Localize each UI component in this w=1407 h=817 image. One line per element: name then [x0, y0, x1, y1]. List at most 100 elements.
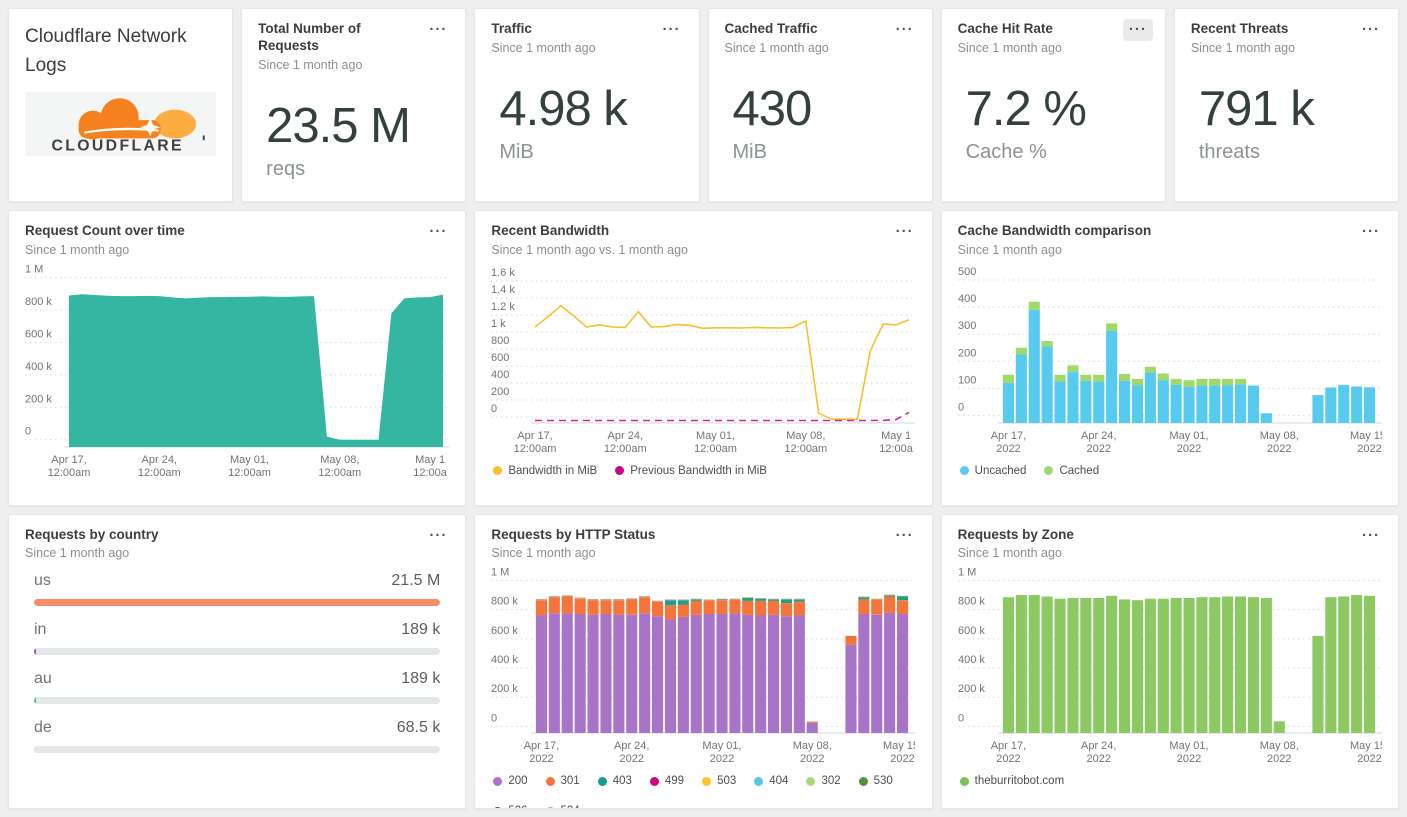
svg-text:0: 0 [958, 401, 964, 413]
panel-menu-button[interactable]: ··· [890, 19, 920, 41]
svg-text:2022: 2022 [1357, 753, 1381, 765]
panel-subtitle: Since 1 month ago [957, 546, 1062, 561]
svg-text:400: 400 [958, 293, 976, 305]
panel-cache-hit-rate: Cache Hit Rate Since 1 month ago ··· 7.2… [940, 8, 1166, 202]
svg-text:400 k: 400 k [25, 361, 52, 373]
legend-color-dot [702, 776, 712, 786]
panel-menu-button[interactable]: ··· [1356, 221, 1386, 243]
request-count-area-chart[interactable]: 1 M 800 k 600 k 400 k 200 k 0 Apr 17, 12:00am Ap… [25, 263, 449, 487]
legend-color-dot [545, 806, 555, 809]
svg-text:Apr 17,: Apr 17, [524, 740, 559, 752]
legend-label: Previous Bandwidth in MiB [630, 464, 767, 477]
legend-item[interactable]: 301 [545, 775, 580, 787]
legend-color-dot [1044, 466, 1054, 476]
panel-subtitle: Since 1 month ago [957, 40, 1062, 55]
stat-value: 4.98 k [499, 81, 627, 136]
svg-text:Apr 24,: Apr 24, [142, 454, 177, 466]
country-bar-track [34, 697, 441, 705]
legend-item[interactable]: Previous Bandwidth in MiB [615, 465, 767, 477]
svg-text:12:00am: 12:00am [604, 443, 647, 455]
panel-subtitle: Since 1 month ago [25, 242, 130, 257]
legend-item[interactable]: 404 [754, 775, 788, 787]
svg-text:1.6 k: 1.6 k [491, 267, 515, 279]
stat-unit: MiB [499, 140, 534, 163]
svg-text:200: 200 [958, 347, 976, 359]
country-value: 68.5 k [396, 719, 441, 737]
panel-subtitle: Since 1 month ago [1190, 40, 1296, 55]
legend-label: 524 [561, 805, 580, 808]
legend-item[interactable]: 499 [649, 775, 684, 787]
country-bar-track [34, 746, 441, 754]
panel-menu-button[interactable]: ··· [423, 19, 453, 41]
country-bar-track [34, 648, 441, 656]
svg-text:800: 800 [491, 335, 509, 347]
panel-menu-button[interactable]: ··· [1356, 19, 1386, 41]
svg-text:2022: 2022 [891, 753, 915, 765]
panel-menu-button[interactable]: ··· [1356, 525, 1386, 547]
svg-text:Apr 17,: Apr 17, [990, 430, 1025, 442]
panel-requests-by-country: Requests by country Since 1 month ago ··… [8, 513, 467, 809]
country-row: us 21.5 M [34, 572, 441, 607]
svg-text:May 15,: May 15, [883, 740, 915, 752]
http-status-bar-chart[interactable]: 1 M 800 k 600 k 400 k 200 k 0 Apr 17, 2022 Apr 2… [491, 566, 916, 773]
panel-subtitle: Since 1 month ago [258, 57, 363, 72]
legend-item[interactable]: 503 [702, 775, 736, 787]
legend-item[interactable]: 200 [493, 775, 528, 787]
svg-text:12:00am: 12:00am [694, 443, 737, 455]
legend-item[interactable]: 403 [597, 775, 632, 787]
panel-menu-button[interactable]: ··· [890, 525, 920, 547]
country-bar-fill [34, 648, 37, 656]
panel-menu-button[interactable]: ··· [890, 221, 920, 243]
stat-unit: reqs [266, 157, 306, 180]
country-bar-fill [34, 697, 37, 705]
panel-menu-button[interactable]: ··· [423, 525, 453, 547]
svg-text:May 01,: May 01, [1169, 740, 1208, 752]
cache-bandwidth-bar-chart[interactable]: 500 400 300 200 100 0 Apr 17, 2022 Apr 24, 2022 Ma… [957, 263, 1382, 463]
svg-text:2022: 2022 [996, 753, 1020, 765]
legend-label: Bandwidth in MiB [508, 464, 598, 477]
svg-text:100: 100 [958, 374, 976, 386]
svg-text:Apr 24,: Apr 24, [1081, 740, 1116, 752]
panel-menu-button[interactable]: ··· [1122, 19, 1153, 41]
svg-text:1 M: 1 M [25, 263, 43, 275]
svg-text:12:00am: 12:00am [48, 467, 91, 479]
svg-text:2022: 2022 [1086, 753, 1110, 765]
svg-text:400 k: 400 k [958, 654, 985, 666]
svg-text:May 08,: May 08, [1259, 430, 1298, 442]
svg-text:May 15,: May 15, [1350, 740, 1382, 752]
panel-menu-button[interactable]: ··· [423, 221, 453, 243]
panel-subtitle: Since 1 month ago [724, 40, 829, 55]
legend-item[interactable]: 530 [858, 775, 893, 787]
panel-title: Recent Threats [1190, 21, 1289, 36]
panel-title: Cache Hit Rate [957, 21, 1053, 36]
panel-menu-button[interactable]: ··· [657, 19, 687, 41]
svg-text:Apr 24,: Apr 24, [1081, 430, 1116, 442]
legend-item[interactable]: Cached [1044, 465, 1099, 477]
panel-title: Total Number of Requests [258, 21, 361, 53]
panel-subtitle: Since 1 month ago [491, 546, 596, 561]
legend-color-dot [754, 776, 764, 786]
legend-item[interactable]: Bandwidth in MiB [493, 465, 597, 477]
svg-text:12:00a: 12:00a [413, 467, 448, 479]
legend-item[interactable]: theburritobot.com [959, 775, 1064, 787]
svg-text:600 k: 600 k [25, 328, 52, 340]
svg-text:2022: 2022 [1267, 753, 1291, 765]
legend-item[interactable]: Uncached [959, 465, 1026, 477]
bandwidth-line-chart[interactable]: 1.6 k 1.4 k 1.2 k1 k 800 600 400 200 0 Apr 17, 12… [491, 263, 916, 463]
legend-color-dot [597, 776, 607, 786]
legend-item[interactable]: 524 [545, 805, 580, 809]
svg-text:800 k: 800 k [958, 596, 985, 608]
legend-label: Cached [1059, 464, 1100, 477]
panel-recent-threats: Recent Threats Since 1 month ago ··· 791… [1173, 8, 1399, 202]
svg-text:12:00am: 12:00am [138, 467, 181, 479]
country-row: de 68.5 k [34, 719, 441, 754]
svg-text:0: 0 [25, 426, 31, 438]
legend-color-dot [806, 776, 816, 786]
svg-text:12:00am: 12:00am [785, 443, 828, 455]
zone-bar-chart[interactable]: 1 M 800 k 600 k 400 k 200 k 0 Apr 17, 2022 Apr 2… [957, 566, 1382, 773]
svg-text:12:00a: 12:00a [880, 443, 915, 455]
stat-unit: threats [1198, 140, 1260, 163]
legend-item[interactable]: 526 [493, 805, 528, 809]
legend-item[interactable]: 302 [806, 775, 841, 787]
panel-title: Request Count over time [25, 223, 185, 238]
